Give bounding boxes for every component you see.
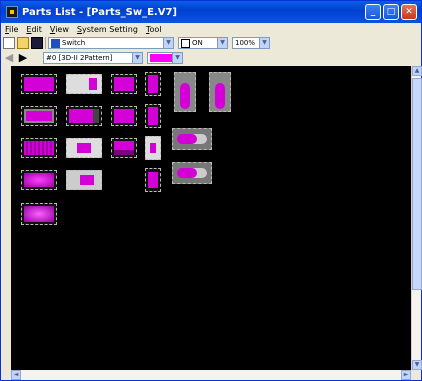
menu-file[interactable]: File [1,25,22,34]
menu-system-setting[interactable]: System Setting [73,25,142,34]
part-switch-11[interactable] [111,106,137,126]
menu-view[interactable]: View [46,25,73,34]
part-switch-9[interactable] [66,170,102,190]
pattern-toolbar: ◀ ▶ #0 [3D-II 2Pattern] ▼ ▼ [1,51,421,65]
main-toolbar: Switch ▼ ON ▼ 100% ▼ [1,36,421,50]
part-switch-3[interactable] [21,138,57,158]
save-icon[interactable] [31,37,43,49]
scroll-left-icon[interactable]: ◄ [11,370,21,380]
part-switch-14[interactable] [145,104,161,128]
state-select[interactable]: ON ▼ [178,37,228,49]
chevron-down-icon: ▼ [259,38,269,48]
part-switch-12[interactable] [111,138,137,158]
forward-arrow-icon[interactable]: ▶ [17,52,29,64]
new-icon[interactable] [3,37,15,49]
horizontal-scrollbar[interactable]: ◄ ► [11,370,411,380]
scroll-up-icon[interactable]: ▲ [412,66,422,76]
part-switch-10[interactable] [111,74,137,94]
parts-canvas[interactable] [11,66,411,370]
window-title: Parts List - [Parts_Sw_E.V7] [22,6,177,18]
switch-icon [51,38,60,48]
part-switch-16[interactable] [145,168,161,192]
part-switch-13[interactable] [145,72,161,96]
menu-tool[interactable]: Tool [142,25,166,34]
menu-bar: File Edit View System Setting Tool [1,23,421,36]
part-type-select[interactable]: Switch ▼ [48,37,174,49]
chevron-down-icon: ▼ [172,53,182,63]
part-switch-2[interactable] [21,106,57,126]
app-icon [6,6,18,18]
color-select[interactable]: ▼ [147,52,183,64]
pattern-value: #0 [3D-II 2Pattern] [46,54,113,62]
part-switch-1[interactable] [21,74,57,94]
parts-list-window: Parts List - [Parts_Sw_E.V7] _ □ ✕ File … [0,0,422,381]
part-toggle-2[interactable] [209,72,231,112]
part-switch-6[interactable] [66,74,102,94]
scroll-down-icon[interactable]: ▼ [412,360,422,370]
title-bar: Parts List - [Parts_Sw_E.V7] _ □ ✕ [1,1,421,23]
pattern-select[interactable]: #0 [3D-II 2Pattern] ▼ [43,52,143,64]
part-switch-8[interactable] [66,138,102,158]
vertical-scrollbar[interactable]: ▲ ▼ [411,66,422,370]
part-slide-1[interactable] [172,128,212,150]
part-toggle-1[interactable] [174,72,196,112]
zoom-value: 100% [235,39,256,47]
scroll-thumb[interactable] [412,78,422,290]
part-switch-5[interactable] [21,203,57,225]
color-swatch [150,54,174,62]
scroll-right-icon[interactable]: ► [401,370,411,380]
chevron-down-icon: ▼ [132,53,142,63]
part-slide-2[interactable] [172,162,212,184]
part-type-value: Switch [62,39,86,47]
state-value: ON [192,39,203,47]
part-switch-15[interactable] [145,136,161,160]
close-button[interactable]: ✕ [401,4,417,20]
zoom-select[interactable]: 100% ▼ [232,37,270,49]
on-state-icon [181,38,190,48]
maximize-button[interactable]: □ [383,4,399,20]
chevron-down-icon: ▼ [217,38,227,48]
open-icon[interactable] [17,37,29,49]
chevron-down-icon: ▼ [163,38,173,48]
part-switch-4[interactable] [21,170,57,190]
toolbar-separator [45,37,46,49]
minimize-button[interactable]: _ [365,4,381,20]
back-arrow-icon[interactable]: ◀ [3,52,15,64]
part-switch-7[interactable] [66,106,102,126]
menu-edit[interactable]: Edit [22,25,46,34]
